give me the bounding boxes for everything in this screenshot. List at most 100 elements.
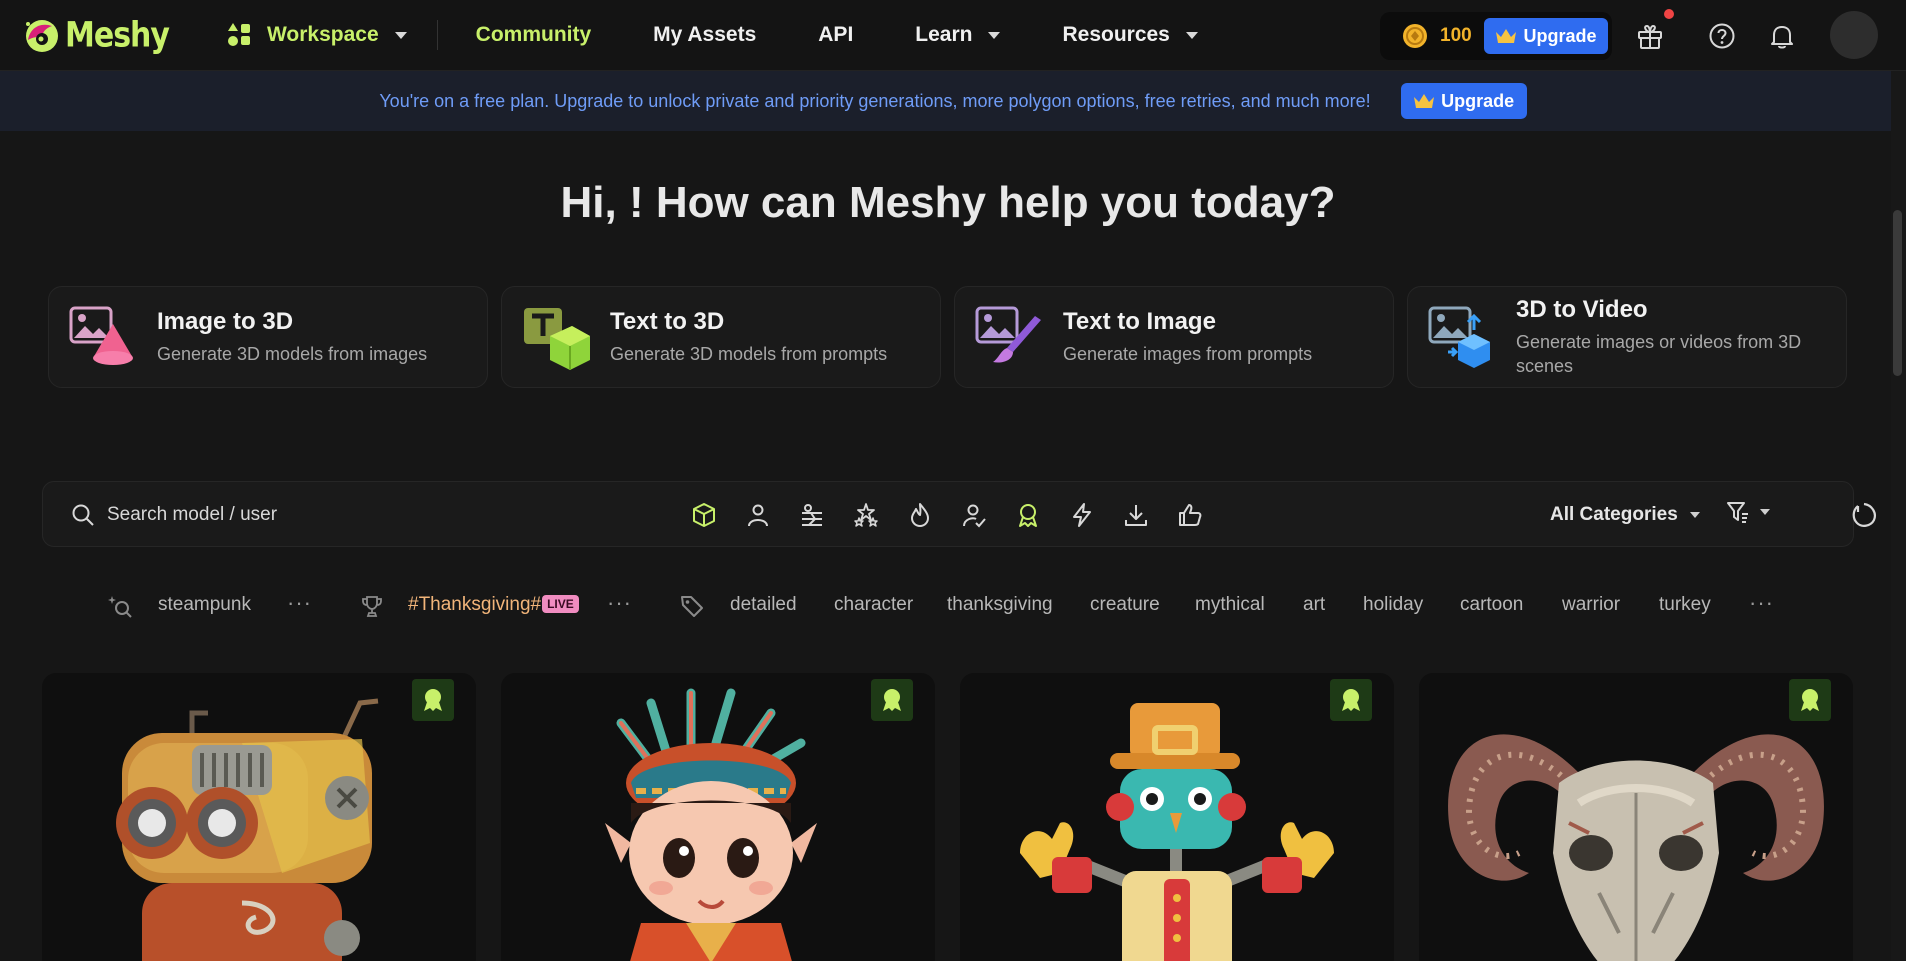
search-input[interactable] xyxy=(107,496,607,534)
tag-popular[interactable]: holiday xyxy=(1363,594,1423,616)
tool-card-3d-to-video[interactable]: 3D to Video Generate images or videos fr… xyxy=(1407,286,1847,388)
sort-filter-button[interactable] xyxy=(1726,500,1770,524)
banner-upgrade-button[interactable]: Upgrade xyxy=(1400,83,1527,119)
user-avatar[interactable] xyxy=(1830,11,1878,59)
award-icon[interactable] xyxy=(1015,502,1041,528)
tag-popular[interactable]: detailed xyxy=(730,594,797,616)
model-search-bar: All Categories xyxy=(42,481,1876,547)
top-navbar: Meshy Workspace Community My Assets API … xyxy=(0,0,1906,71)
chevron-down-icon xyxy=(1689,512,1700,518)
award-icon xyxy=(1342,689,1360,711)
model-thumbnail-pilgrim-robot xyxy=(1020,703,1334,961)
nav-api[interactable]: API xyxy=(818,23,853,47)
live-badge: LIVE xyxy=(542,595,579,613)
meshy-logo[interactable]: Meshy xyxy=(20,0,170,71)
tool-card-text-to-image[interactable]: Text to Image Generate images from promp… xyxy=(954,286,1394,388)
page-scrollbar-track[interactable] xyxy=(1891,71,1906,961)
lightning-icon[interactable] xyxy=(1069,502,1095,528)
gift-icon[interactable] xyxy=(1636,22,1664,50)
model-card[interactable] xyxy=(960,673,1394,961)
award-icon xyxy=(883,689,901,711)
help-icon[interactable] xyxy=(1708,22,1736,50)
more-popular-tags[interactable]: ··· xyxy=(1749,590,1774,616)
crown-icon xyxy=(1414,94,1435,108)
nav-resources-menu[interactable]: Resources xyxy=(1062,23,1198,47)
rigged-icon[interactable] xyxy=(799,502,825,528)
chevron-down-icon xyxy=(394,31,407,39)
fire-icon[interactable] xyxy=(907,502,933,528)
nav-workspace-menu[interactable]: Workspace xyxy=(227,22,407,48)
upgrade-button[interactable]: Upgrade xyxy=(1484,18,1608,54)
credit-count: 100 xyxy=(1440,25,1472,46)
tag-popular[interactable]: mythical xyxy=(1195,594,1265,616)
download-icon[interactable] xyxy=(1123,502,1149,528)
tag-popular[interactable]: turkey xyxy=(1659,594,1711,616)
tool-card-image-to-3d[interactable]: Image to 3D Generate 3D models from imag… xyxy=(48,286,488,388)
cube-icon[interactable] xyxy=(691,502,717,528)
model-thumbnail-robot xyxy=(116,698,379,961)
model-card[interactable] xyxy=(42,673,476,961)
award-icon xyxy=(424,689,442,711)
tag-popular[interactable]: warrior xyxy=(1562,594,1620,616)
tag-popular[interactable]: creature xyxy=(1090,594,1160,616)
tool-card-text-to-3d[interactable]: Text to 3D Generate 3D models from promp… xyxy=(501,286,941,388)
tool-text: Image to 3D Generate 3D models from imag… xyxy=(157,308,427,366)
nav-my-assets[interactable]: My Assets xyxy=(653,23,756,47)
tool-title: 3D to Video xyxy=(1516,296,1648,323)
text-to-image-icon xyxy=(975,306,1041,363)
tag-popular[interactable]: cartoon xyxy=(1460,594,1523,616)
category-select[interactable]: All Categories xyxy=(1550,500,1700,530)
notification-dot xyxy=(1664,9,1674,19)
text-to-3d-icon xyxy=(524,308,590,370)
trophy-icon xyxy=(362,596,382,617)
free-plan-banner: You're on a free plan. Upgrade to unlock… xyxy=(0,71,1906,131)
verified-user-icon[interactable] xyxy=(961,502,987,528)
3d-to-video-icon xyxy=(1428,306,1490,368)
banner-upgrade-label: Upgrade xyxy=(1441,90,1515,111)
stars-icon[interactable] xyxy=(853,502,879,528)
page-scrollbar-thumb[interactable] xyxy=(1893,210,1902,376)
search-history-icon xyxy=(108,596,132,618)
tag-popular[interactable]: thanksgiving xyxy=(947,594,1053,616)
more-contest-tags[interactable]: ··· xyxy=(607,590,632,616)
category-select-value: All Categories xyxy=(1550,504,1678,525)
model-thumbnail-ram-skull xyxy=(1448,734,1824,961)
tool-description: Generate images or videos from 3D scenes xyxy=(1516,332,1802,376)
staff-pick-badge xyxy=(1330,679,1372,721)
nav-community[interactable]: Community xyxy=(476,23,592,47)
filter-sort-icon xyxy=(1727,502,1748,523)
logo-wordmark: Meshy xyxy=(65,14,170,56)
thumbs-up-icon[interactable] xyxy=(1177,502,1203,528)
bell-icon[interactable] xyxy=(1768,22,1796,50)
tool-title: Text to Image xyxy=(1063,308,1216,335)
model-card[interactable] xyxy=(501,673,935,961)
search-icon xyxy=(72,504,94,526)
model-card[interactable] xyxy=(1419,673,1853,961)
tag-popular[interactable]: character xyxy=(834,594,913,616)
image-to-3d-icon xyxy=(69,306,133,365)
tag-row: steampunk ··· #Thanksgiving# LIVE ··· det… xyxy=(0,588,1906,622)
tool-text: 3D to Video Generate images or videos fr… xyxy=(1516,296,1836,378)
tag-popular[interactable]: art xyxy=(1303,594,1325,616)
more-search-tags[interactable]: ··· xyxy=(287,590,312,616)
crown-icon xyxy=(1496,29,1517,43)
tag-search-steampunk[interactable]: steampunk xyxy=(158,594,251,616)
contest-tag-text: #Thanksgiving# xyxy=(408,594,542,615)
chevron-down-icon xyxy=(988,31,1001,39)
nav-learn-label: Learn xyxy=(915,23,973,46)
model-thumbnail-girl xyxy=(605,688,817,961)
credits-panel: 100 Upgrade xyxy=(1380,12,1612,60)
staff-pick-badge xyxy=(412,679,454,721)
tool-description: Generate 3D models from prompts xyxy=(610,344,888,364)
nav-learn-menu[interactable]: Learn xyxy=(915,23,1001,47)
chevron-down-icon xyxy=(1185,31,1198,39)
refresh-icon[interactable] xyxy=(1850,501,1878,529)
page-title: Hi, ! How can Meshy help you today? xyxy=(560,178,1336,227)
tool-text: Text to 3D Generate 3D models from promp… xyxy=(610,308,887,366)
tool-title: Image to 3D xyxy=(157,308,294,335)
meshy-logo-icon xyxy=(26,20,58,52)
tag-contest-thanksgiving[interactable]: #Thanksgiving# LIVE xyxy=(408,594,579,616)
workspace-label: Workspace xyxy=(266,23,379,46)
character-icon[interactable] xyxy=(745,502,771,528)
coin-icon xyxy=(1403,24,1427,48)
